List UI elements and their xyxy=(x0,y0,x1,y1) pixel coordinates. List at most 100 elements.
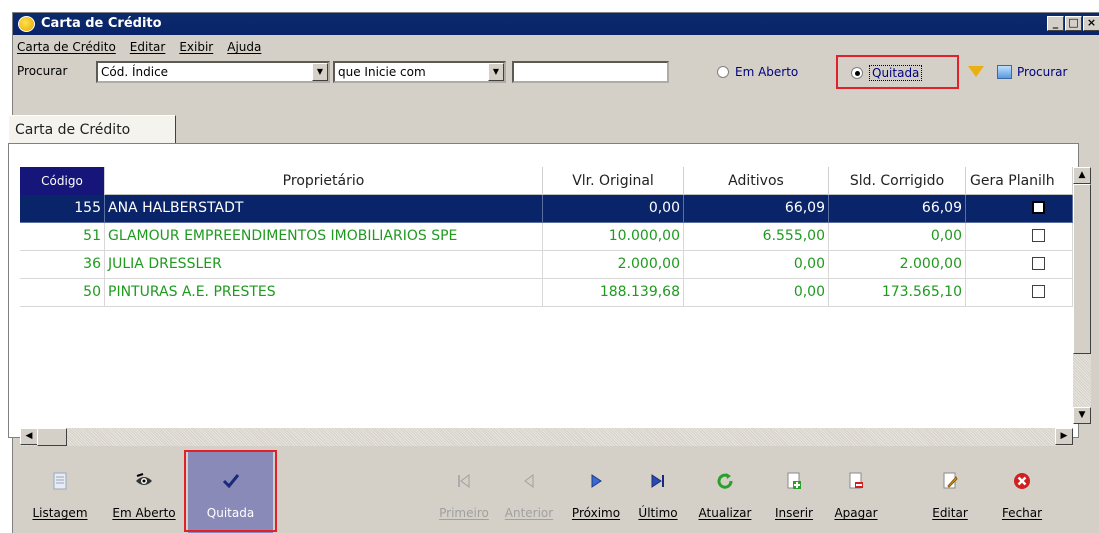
table-row[interactable]: 36 JULIA DRESSLER 2.000,00 0,00 2.000,00 xyxy=(20,251,1073,279)
cell-vlr-original: 0,00 xyxy=(543,195,684,223)
menu-carta-de-credito[interactable]: Carta de Crédito xyxy=(17,37,116,57)
table-row[interactable]: 51 GLAMOUR EMPREENDIMENTOS IMOBILIARIOS … xyxy=(20,223,1073,251)
table-row[interactable]: 155 ANA HALBERSTADT 0,00 66,09 66,09 xyxy=(20,195,1073,223)
listagem-label: Listagem xyxy=(32,506,88,520)
fechar-label: Fechar xyxy=(1001,506,1043,520)
refresh-icon xyxy=(717,473,733,489)
chevron-down-icon[interactable]: ▼ xyxy=(312,63,328,81)
scroll-down-icon[interactable]: ▼ xyxy=(1073,407,1091,424)
highlight-box xyxy=(836,55,959,89)
cell-vlr-original: 188.139,68 xyxy=(543,279,684,307)
atualizar-label: Atualizar xyxy=(698,506,752,520)
editar-button[interactable]: Editar xyxy=(922,452,978,533)
inserir-label: Inserir xyxy=(775,506,813,520)
gera-planilha-checkbox[interactable] xyxy=(1032,200,1045,214)
primeiro-label: Primeiro xyxy=(439,506,489,520)
gera-planilha-checkbox[interactable] xyxy=(1032,256,1045,270)
scroll-thumb[interactable] xyxy=(1073,184,1091,354)
chevron-down-icon[interactable]: ▼ xyxy=(488,63,504,81)
last-icon xyxy=(651,474,664,488)
search-condition-value: que Inicie com xyxy=(338,65,426,79)
filter-icon[interactable] xyxy=(968,66,984,77)
tab-label: Carta de Crédito xyxy=(15,122,131,138)
tab-carta-de-credito[interactable]: Carta de Crédito xyxy=(8,115,176,144)
close-window-icon[interactable]: × xyxy=(1083,16,1099,31)
apagar-button[interactable]: Apagar xyxy=(825,452,887,533)
cell-codigo: 36 xyxy=(20,251,105,279)
search-condition-select[interactable]: que Inicie com ▼ xyxy=(333,61,506,83)
app-icon xyxy=(18,16,35,32)
cell-sld-corrigido: 173.565,10 xyxy=(829,279,966,307)
proximo-button[interactable]: Próximo xyxy=(565,452,627,533)
search-icon xyxy=(997,65,1012,79)
col-header-gera-planilha[interactable]: Gera Planilh xyxy=(966,167,1073,195)
scroll-up-icon[interactable]: ▲ xyxy=(1073,167,1091,184)
cell-aditivos: 0,00 xyxy=(684,251,829,279)
cell-proprietario: PINTURAS A.E. PRESTES xyxy=(105,279,543,307)
search-field-value: Cód. Índice xyxy=(101,65,169,79)
radio-em-aberto[interactable]: Em Aberto xyxy=(717,65,798,79)
col-header-codigo[interactable]: Código xyxy=(20,167,105,195)
cell-proprietario: GLAMOUR EMPREENDIMENTOS IMOBILIARIOS SPE xyxy=(105,223,543,251)
search-button[interactable]: Procurar xyxy=(997,65,1067,79)
menu-exibir[interactable]: Exibir xyxy=(179,37,213,57)
search-row: Procurar Cód. Índice ▼ que Inicie com ▼ … xyxy=(13,55,1099,89)
em-aberto-button[interactable]: Em Aberto xyxy=(102,452,186,533)
delete-icon xyxy=(849,472,863,489)
ultimo-label: Último xyxy=(638,506,678,520)
cell-sld-corrigido: 0,00 xyxy=(829,223,966,251)
cell-gera-planilha xyxy=(966,223,1073,251)
cell-codigo: 50 xyxy=(20,279,105,307)
bottom-toolbar: Listagem Em Aberto Quitada Primeiro Ante… xyxy=(0,450,1087,533)
next-icon xyxy=(591,474,602,488)
fechar-button[interactable]: Fechar xyxy=(994,452,1050,533)
insert-icon xyxy=(787,472,801,489)
search-button-label: Procurar xyxy=(1017,65,1068,79)
menu-editar[interactable]: Editar xyxy=(130,37,166,57)
radio-button-icon[interactable] xyxy=(717,66,729,78)
gera-planilha-checkbox[interactable] xyxy=(1032,228,1045,242)
col-header-vlr-original[interactable]: Vlr. Original xyxy=(543,167,684,195)
eye-icon xyxy=(136,473,152,485)
col-header-proprietario[interactable]: Proprietário xyxy=(105,167,543,195)
ultimo-button[interactable]: Último xyxy=(629,452,687,533)
primeiro-button[interactable]: Primeiro xyxy=(434,452,494,533)
radio-em-aberto-label: Em Aberto xyxy=(735,65,799,79)
minimize-icon[interactable]: _ xyxy=(1047,16,1064,31)
cell-sld-corrigido: 2.000,00 xyxy=(829,251,966,279)
cell-vlr-original: 10.000,00 xyxy=(543,223,684,251)
table-row[interactable]: 50 PINTURAS A.E. PRESTES 188.139,68 0,00… xyxy=(20,279,1073,307)
scroll-left-icon[interactable]: ◀ xyxy=(20,428,38,445)
scroll-right-icon[interactable]: ▶ xyxy=(1055,428,1073,445)
close-icon xyxy=(1014,473,1030,489)
cell-gera-planilha xyxy=(966,195,1073,223)
previous-icon xyxy=(524,474,534,488)
menu-bar: Carta de Crédito Editar Exibir Ajuda xyxy=(13,37,261,57)
cell-gera-planilha xyxy=(966,279,1073,307)
window-title: Carta de Crédito xyxy=(41,16,162,31)
em-aberto-label: Em Aberto xyxy=(112,506,176,520)
anterior-button[interactable]: Anterior xyxy=(496,452,562,533)
search-field-select[interactable]: Cód. Índice ▼ xyxy=(96,61,330,83)
listagem-button[interactable]: Listagem xyxy=(20,452,100,533)
grid-header: Código Proprietário Vlr. Original Aditiv… xyxy=(20,167,1073,195)
highlight-box xyxy=(184,450,277,532)
horizontal-scrollbar[interactable]: ◀ ▶ xyxy=(20,428,1073,446)
proximo-label: Próximo xyxy=(571,506,621,520)
inserir-button[interactable]: Inserir xyxy=(765,452,823,533)
window-controls: _ □ × xyxy=(1047,16,1099,31)
cell-codigo: 155 xyxy=(20,195,105,223)
atualizar-button[interactable]: Atualizar xyxy=(690,452,760,533)
search-input[interactable] xyxy=(512,61,669,83)
apagar-label: Apagar xyxy=(834,506,878,520)
menu-ajuda[interactable]: Ajuda xyxy=(227,37,261,57)
col-header-sld-corrigido[interactable]: Sld. Corrigido xyxy=(829,167,966,195)
search-label: Procurar xyxy=(17,64,68,78)
gera-planilha-checkbox[interactable] xyxy=(1032,284,1045,298)
list-icon xyxy=(53,472,67,490)
title-bar: Carta de Crédito _ □ × xyxy=(13,13,1099,35)
vertical-scrollbar[interactable]: ▲ ▼ xyxy=(1073,167,1091,424)
hscroll-thumb[interactable] xyxy=(37,428,67,446)
col-header-aditivos[interactable]: Aditivos xyxy=(684,167,829,195)
maximize-icon[interactable]: □ xyxy=(1065,16,1082,31)
